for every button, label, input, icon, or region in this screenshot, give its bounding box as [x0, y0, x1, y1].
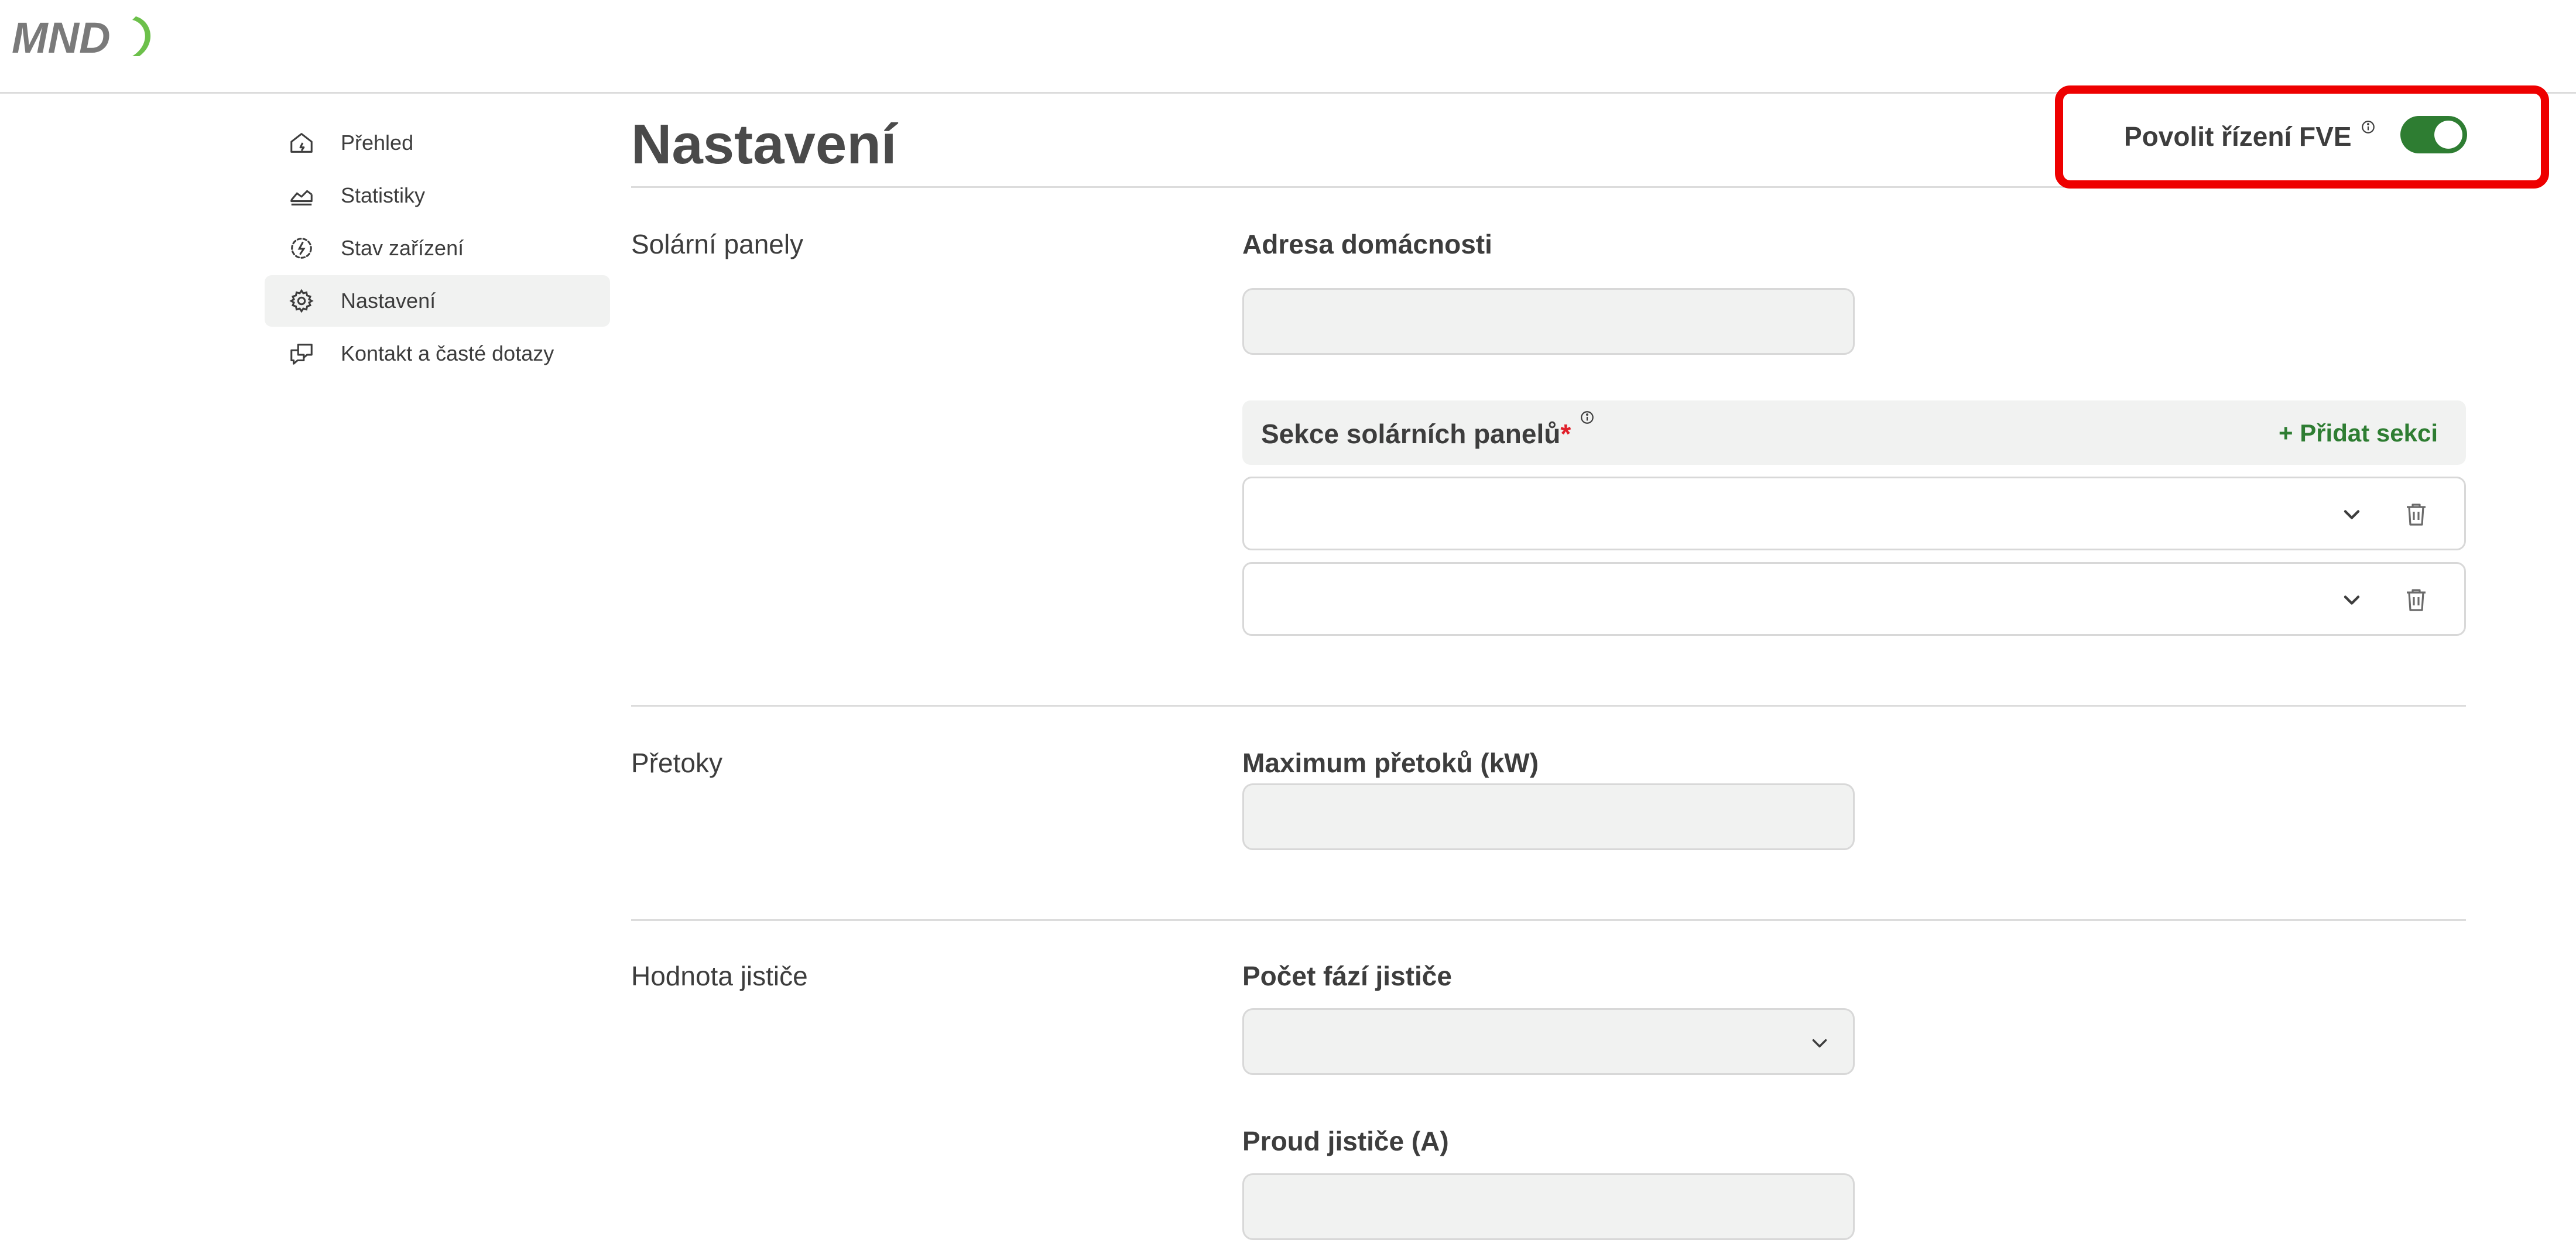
solar-section-row[interactable]	[1242, 477, 2466, 550]
sidebar-item-statistiky[interactable]: Statistiky	[265, 170, 610, 221]
home-icon	[287, 128, 316, 157]
trash-icon[interactable]	[2402, 585, 2430, 614]
sidebar-item-label: Nastavení	[341, 289, 436, 313]
required-mark: *	[1560, 419, 1571, 449]
address-input[interactable]	[1242, 288, 1855, 355]
sidebar-item-stav-zarizeni[interactable]: Stav zařízení	[265, 222, 610, 274]
section-label-overflows: Přetoky	[631, 748, 722, 778]
section-divider	[631, 919, 2466, 921]
solar-sections-label: Sekce solárních panelů*	[1261, 419, 1571, 449]
sidebar-item-label: Stav zařízení	[341, 236, 464, 260]
device-status-icon	[287, 234, 316, 263]
add-section-button[interactable]: + Přidat sekci	[2279, 419, 2438, 447]
sidebar: Přehled Statistiky Stav zařízení Nastave…	[265, 117, 610, 381]
max-overflow-label: Maximum přetoků (kW)	[1242, 748, 1539, 778]
section-divider	[631, 705, 2466, 707]
breaker-current-input[interactable]	[1242, 1173, 1855, 1240]
page-title: Nastavení	[631, 113, 897, 176]
chat-icon	[287, 339, 316, 368]
solar-section-row[interactable]	[1242, 562, 2466, 636]
sidebar-item-label: Přehled	[341, 131, 414, 155]
section-label-breaker: Hodnota jističe	[631, 961, 808, 991]
fve-toggle-label: Povolit řízení FVE	[2124, 121, 2352, 152]
address-label: Adresa domácnosti	[1242, 229, 1492, 259]
max-overflow-input[interactable]	[1242, 783, 1855, 850]
svg-text:MND: MND	[12, 13, 111, 62]
info-icon[interactable]	[1580, 410, 1595, 425]
solar-sections-header: Sekce solárních panelů* + Přidat sekci	[1242, 400, 2466, 465]
chevron-down-icon[interactable]	[2339, 587, 2365, 613]
sidebar-item-kontakt[interactable]: Kontakt a časté dotazy	[265, 328, 610, 379]
trash-icon[interactable]	[2402, 499, 2430, 529]
top-bar: MND	[0, 0, 2576, 94]
gear-icon	[287, 286, 316, 316]
chevron-down-icon	[1812, 1039, 1827, 1047]
info-icon[interactable]	[2361, 119, 2376, 135]
fve-toggle-switch[interactable]	[2400, 116, 2467, 153]
sidebar-item-label: Statistiky	[341, 183, 426, 207]
breaker-current-label: Proud jističe (A)	[1242, 1126, 1449, 1156]
sidebar-item-prehled[interactable]: Přehled	[265, 117, 610, 169]
toggle-knob	[2434, 121, 2462, 149]
sidebar-item-label: Kontakt a časté dotazy	[341, 341, 554, 365]
section-label-solar: Solární panely	[631, 229, 804, 259]
chart-icon	[287, 181, 316, 210]
breaker-phases-select[interactable]	[1242, 1008, 1855, 1075]
sidebar-item-nastaveni[interactable]: Nastavení	[265, 275, 610, 327]
breaker-phases-label: Počet fází jističe	[1242, 961, 1452, 991]
chevron-down-icon[interactable]	[2339, 502, 2365, 528]
mnd-logo[interactable]: MND	[12, 11, 152, 63]
